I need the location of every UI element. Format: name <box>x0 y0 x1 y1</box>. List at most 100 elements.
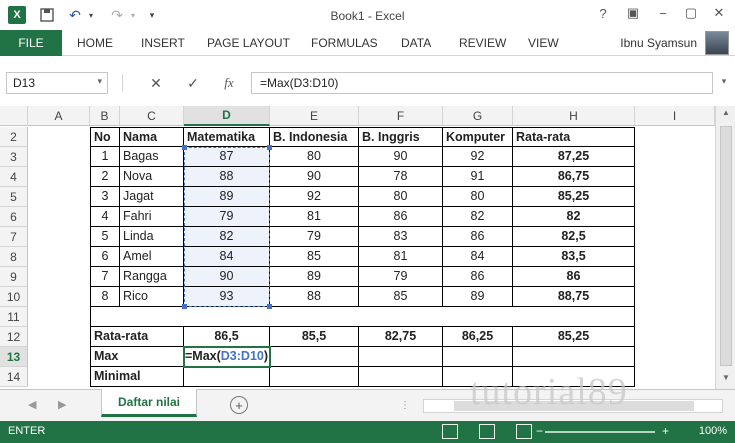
cell-rata-rata[interactable]: 82,5 <box>513 227 635 247</box>
row-header-3[interactable]: 3 <box>0 147 28 167</box>
cell-rata-rata[interactable]: 85,25 <box>513 187 635 207</box>
minimize-icon[interactable]: − <box>652 4 674 22</box>
cell-matematika[interactable]: 93 <box>184 287 270 307</box>
hscroll-more-icon[interactable]: ⋮ <box>400 400 410 411</box>
vertical-scroll-thumb[interactable] <box>720 126 732 366</box>
cell-matematika[interactable]: 87 <box>184 147 270 167</box>
cell-f13[interactable] <box>359 347 443 367</box>
ribbon-display-icon[interactable]: ▣ <box>622 4 644 22</box>
cell-b-indonesia[interactable]: 89 <box>270 267 359 287</box>
cell-g14[interactable] <box>443 367 513 387</box>
summary-rata-matematika[interactable]: 86,5 <box>184 327 270 347</box>
cell-b-indonesia[interactable]: 80 <box>270 147 359 167</box>
blank-row-11[interactable] <box>90 307 635 327</box>
column-header-f[interactable]: F <box>359 106 443 126</box>
range-handle-br[interactable] <box>267 304 272 309</box>
cell-komputer[interactable]: 92 <box>443 147 513 167</box>
scroll-down-icon[interactable]: ▼ <box>716 373 735 387</box>
cell-komputer[interactable]: 91 <box>443 167 513 187</box>
cell-d14[interactable] <box>184 367 270 387</box>
close-icon[interactable]: ✕ <box>708 4 730 22</box>
user-name[interactable]: Ibnu Syamsun <box>620 36 697 50</box>
name-box[interactable]: D13 ▾ <box>6 72 108 94</box>
summary-rata-komputer[interactable]: 86,25 <box>443 327 513 347</box>
horizontal-scroll-thumb[interactable] <box>454 401 694 411</box>
row-header-2[interactable]: 2 <box>0 127 28 147</box>
row-header-11[interactable]: 11 <box>0 307 28 327</box>
cell-rata-rata[interactable]: 86,75 <box>513 167 635 187</box>
cell-b-indonesia[interactable]: 85 <box>270 247 359 267</box>
cell-rata-rata[interactable]: 88,75 <box>513 287 635 307</box>
tab-review[interactable]: REVIEW <box>459 36 506 50</box>
summary-max-label[interactable]: Max <box>90 347 184 367</box>
formula-input[interactable]: =Max(D3:D10) <box>251 72 713 94</box>
cancel-icon[interactable]: ✕ <box>145 73 167 93</box>
header-rata-rata[interactable]: Rata-rata <box>513 127 635 147</box>
cell-nama[interactable]: Amel <box>120 247 184 267</box>
cell-b-inggris[interactable]: 90 <box>359 147 443 167</box>
cell-b-inggris[interactable]: 86 <box>359 207 443 227</box>
cell-h14[interactable] <box>513 367 635 387</box>
cell-nama[interactable]: Jagat <box>120 187 184 207</box>
row-header-10[interactable]: 10 <box>0 287 28 307</box>
range-handle-tr[interactable] <box>267 145 272 150</box>
column-header-b[interactable]: B <box>90 106 120 126</box>
cell-rata-rata[interactable]: 86 <box>513 267 635 287</box>
cell-b-inggris[interactable]: 83 <box>359 227 443 247</box>
header-b-indonesia[interactable]: B. Indonesia <box>270 127 359 147</box>
cell-no[interactable]: 1 <box>90 147 120 167</box>
tab-page-layout[interactable]: PAGE LAYOUT <box>207 36 290 50</box>
header-no[interactable]: No <box>90 127 120 147</box>
tab-data[interactable]: DATA <box>401 36 431 50</box>
header-matematika[interactable]: Matematika <box>184 127 270 147</box>
cell-b-indonesia[interactable]: 92 <box>270 187 359 207</box>
range-handle-tl[interactable] <box>182 145 187 150</box>
column-header-i[interactable]: I <box>635 106 715 126</box>
cell-komputer[interactable]: 84 <box>443 247 513 267</box>
cell-b-inggris[interactable]: 80 <box>359 187 443 207</box>
vertical-scrollbar[interactable]: ▲ ▼ <box>715 106 735 389</box>
row-header-12[interactable]: 12 <box>0 327 28 347</box>
cell-no[interactable]: 7 <box>90 267 120 287</box>
cell-no[interactable]: 4 <box>90 207 120 227</box>
name-box-dropdown-icon[interactable]: ▾ <box>97 76 102 87</box>
column-header-c[interactable]: C <box>120 106 184 126</box>
column-header-h[interactable]: H <box>513 106 635 126</box>
row-header-9[interactable]: 9 <box>0 267 28 287</box>
cell-f14[interactable] <box>359 367 443 387</box>
cell-nama[interactable]: Rangga <box>120 267 184 287</box>
normal-view-icon[interactable] <box>442 424 458 439</box>
cell-no[interactable]: 8 <box>90 287 120 307</box>
cell-komputer[interactable]: 89 <box>443 287 513 307</box>
horizontal-scrollbar[interactable] <box>423 399 723 413</box>
cell-matematika[interactable]: 89 <box>184 187 270 207</box>
row-header-6[interactable]: 6 <box>0 207 28 227</box>
zoom-level[interactable]: 100% <box>699 425 727 437</box>
cell-nama[interactable]: Linda <box>120 227 184 247</box>
cell-komputer[interactable]: 86 <box>443 227 513 247</box>
cell-nama[interactable]: Bagas <box>120 147 184 167</box>
summary-rata-label[interactable]: Rata-rata <box>90 327 184 347</box>
cell-nama[interactable]: Rico <box>120 287 184 307</box>
cell-matematika[interactable]: 82 <box>184 227 270 247</box>
column-header-g[interactable]: G <box>443 106 513 126</box>
enter-icon[interactable]: ✓ <box>182 73 204 93</box>
cell-rata-rata[interactable]: 83,5 <box>513 247 635 267</box>
row-header-8[interactable]: 8 <box>0 247 28 267</box>
cell-nama[interactable]: Nova <box>120 167 184 187</box>
zoom-out-icon[interactable]: − <box>536 424 543 438</box>
scroll-up-icon[interactable]: ▲ <box>716 108 735 122</box>
sheet-next-icon[interactable]: ▶ <box>58 398 66 411</box>
cell-b-indonesia[interactable]: 90 <box>270 167 359 187</box>
column-header-d[interactable]: D <box>184 106 270 126</box>
cell-komputer[interactable]: 86 <box>443 267 513 287</box>
cell-b-inggris[interactable]: 85 <box>359 287 443 307</box>
cell-komputer[interactable]: 80 <box>443 187 513 207</box>
header-b-inggris[interactable]: B. Inggris <box>359 127 443 147</box>
cell-matematika[interactable]: 84 <box>184 247 270 267</box>
select-all-corner[interactable] <box>0 106 28 126</box>
tab-formulas[interactable]: FORMULAS <box>311 36 378 50</box>
tab-file[interactable]: FILE <box>0 30 62 56</box>
summary-min-label[interactable]: Minimal <box>90 367 184 387</box>
cell-b-inggris[interactable]: 79 <box>359 267 443 287</box>
